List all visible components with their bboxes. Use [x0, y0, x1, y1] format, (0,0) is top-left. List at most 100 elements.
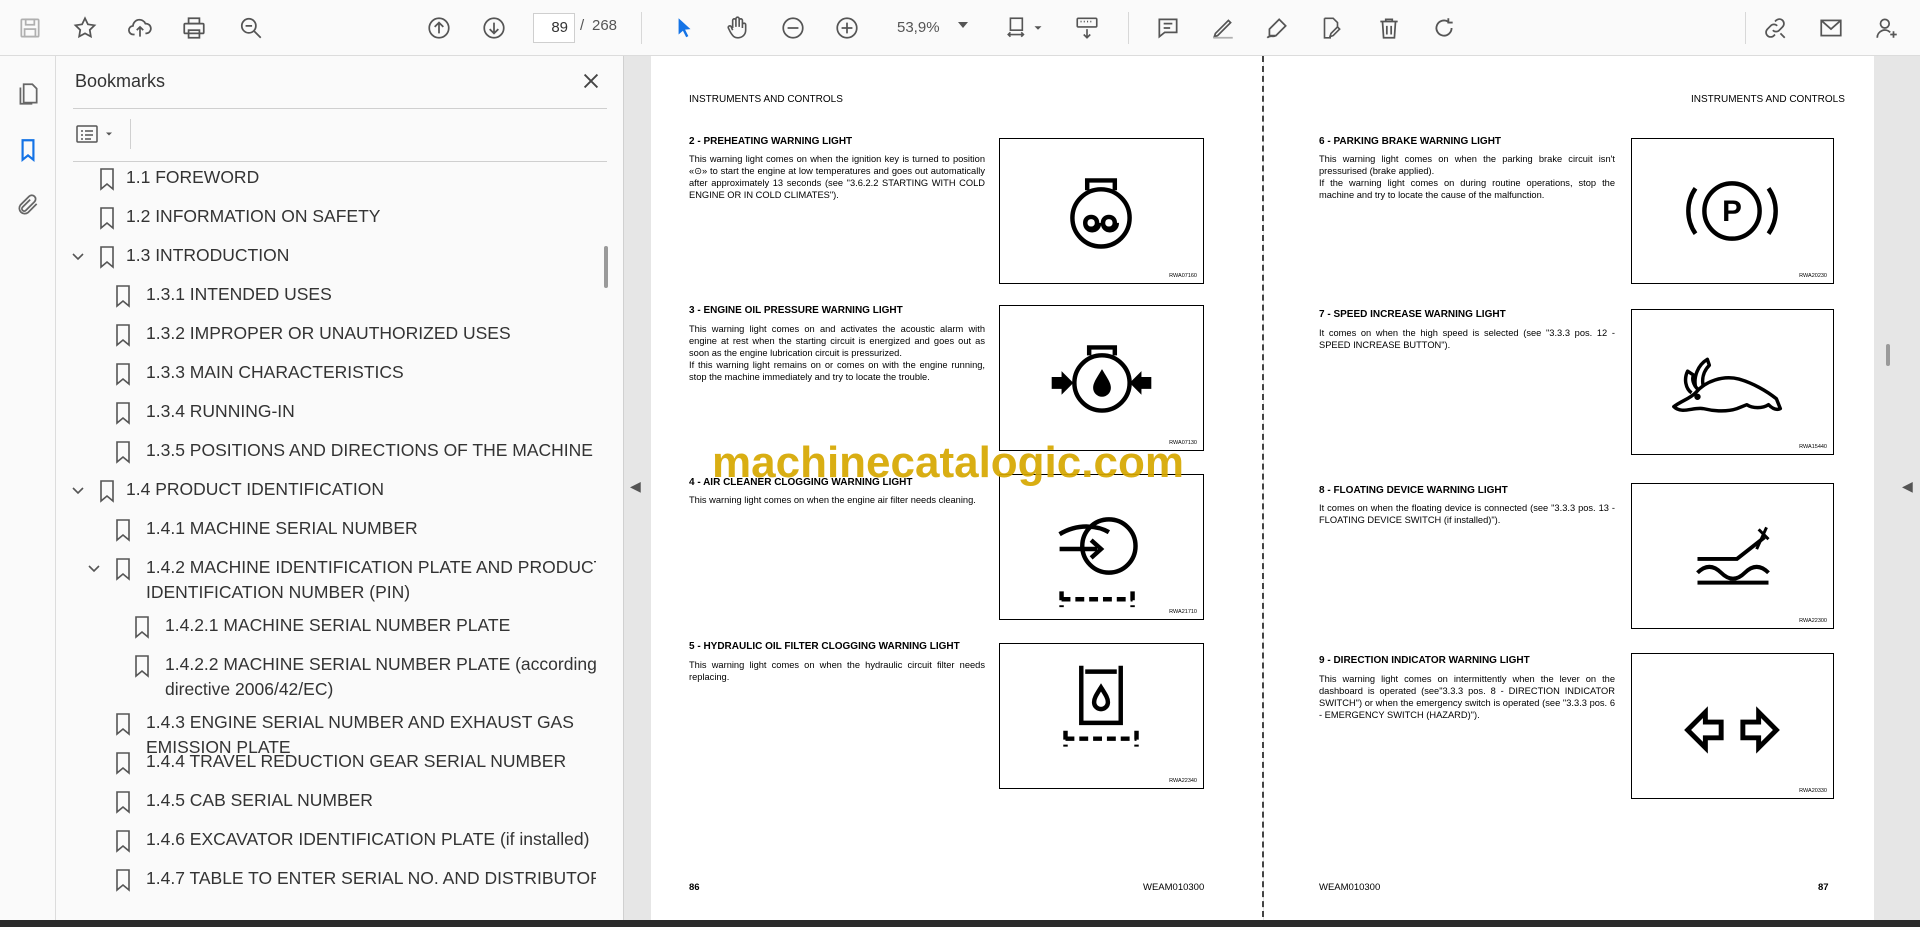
figure-box: RWA22340	[999, 643, 1204, 789]
bookmark-label: 1.4.6 EXCAVATOR IDENTIFICATION PLATE (if…	[146, 829, 590, 849]
star-icon[interactable]	[67, 10, 103, 46]
bookmark-item[interactable]: 1.3 INTRODUCTION	[56, 243, 596, 275]
section-body: It comes on when the floating device is …	[1319, 503, 1615, 525]
figure-box: P RWA20230	[1631, 138, 1834, 284]
bookmark-label-continued: directive 2006/42/EC)	[165, 679, 334, 699]
bookmark-icon	[133, 654, 151, 678]
bookmark-item[interactable]: 1.4.6 EXCAVATOR IDENTIFICATION PLATE (if…	[56, 827, 596, 859]
bookmark-scrollbar-thumb[interactable]	[604, 246, 608, 288]
chevron-down-icon[interactable]	[70, 249, 86, 265]
document-scrollbar-thumb[interactable]	[1886, 344, 1890, 366]
bookmark-label: 1.3.3 MAIN CHARACTERISTICS	[146, 362, 404, 382]
toolbar-divider	[1745, 12, 1746, 44]
figure-box: RWA22300	[1631, 483, 1834, 629]
rotate-icon[interactable]	[1426, 10, 1462, 46]
air-cleaner-icon	[1058, 517, 1138, 608]
bookmark-icon	[98, 167, 116, 191]
divider	[73, 108, 607, 109]
page-number: 86	[689, 882, 700, 893]
panel-title: Bookmarks	[75, 71, 166, 91]
email-icon[interactable]	[1813, 10, 1849, 46]
comment-icon[interactable]	[1150, 10, 1186, 46]
bookmark-label: 1.4 PRODUCT IDENTIFICATION	[126, 479, 384, 499]
section-title: 8 - FLOATING DEVICE WARNING LIGHT	[1319, 485, 1508, 496]
bookmark-label: 1.3.4 RUNNING-IN	[146, 401, 295, 421]
section-body: This warning light comes on intermittent…	[1319, 674, 1615, 720]
highlight-pen-icon[interactable]	[1205, 10, 1241, 46]
next-page-icon[interactable]	[476, 10, 512, 46]
zoom-in-icon[interactable]	[829, 10, 865, 46]
bookmark-label: 1.3.1 INTENDED USES	[146, 284, 332, 304]
bookmark-icon	[133, 615, 151, 639]
bookmark-icon	[114, 712, 132, 736]
page-thumbnails-icon[interactable]	[10, 76, 46, 112]
bookmark-item[interactable]: 1.1 FOREWORD	[56, 165, 596, 197]
page-separator: /	[580, 17, 585, 34]
bookmark-item[interactable]: 1.3.2 IMPROPER OR UNAUTHORIZED USES	[56, 321, 596, 353]
page-header: INSTRUMENTS AND CONTROLS	[1691, 94, 1845, 105]
bookmark-item[interactable]: 1.3.1 INTENDED USES	[56, 282, 596, 314]
bookmark-item[interactable]: 1.4 PRODUCT IDENTIFICATION	[56, 477, 596, 509]
figure-box: RWA15440	[1631, 309, 1834, 455]
zoom-out-icon[interactable]	[775, 10, 811, 46]
trash-icon[interactable]	[1371, 10, 1407, 46]
bookmark-options-button[interactable]	[74, 119, 120, 149]
zoom-search-icon[interactable]	[233, 10, 269, 46]
page-number-input[interactable]: 89	[533, 13, 575, 43]
add-user-icon[interactable]	[1869, 10, 1905, 46]
main-toolbar: 89 / 268 53,9%	[0, 0, 1920, 56]
select-pointer-icon[interactable]	[666, 10, 702, 46]
previous-page-icon[interactable]	[421, 10, 457, 46]
zoom-level-select[interactable]: 53,9%	[887, 13, 977, 43]
close-icon[interactable]	[576, 66, 606, 96]
bookmark-label: 1.4.4 TRAVEL REDUCTION GEAR SERIAL NUMBE…	[146, 751, 567, 771]
divider	[130, 119, 131, 149]
section-body: This warning light comes on when the hyd…	[689, 660, 985, 682]
bookmark-label: 1.1 FOREWORD	[126, 167, 260, 187]
bookmark-item[interactable]: 1.3.3 MAIN CHARACTERISTICS	[56, 360, 596, 392]
bookmark-tree: 1.1 FOREWORD 1.2 INFORMATION ON SAFETY 1.3…	[56, 165, 596, 927]
floating-device-icon	[1696, 526, 1770, 585]
direction-indicator-icon	[1684, 706, 1780, 754]
print-icon[interactable]	[176, 10, 212, 46]
scroll-mode-icon[interactable]	[1069, 10, 1105, 46]
bookmark-item[interactable]: 1.4.5 CAB SERIAL NUMBER	[56, 788, 596, 820]
bookmark-item[interactable]: 1.4.4 TRAVEL REDUCTION GEAR SERIAL NUMBE…	[56, 749, 596, 781]
bookmark-label: 1.4.2.1 MACHINE SERIAL NUMBER PLATE	[165, 615, 511, 635]
bookmark-item[interactable]: 1.4.1 MACHINE SERIAL NUMBER	[56, 516, 596, 548]
draw-sign-icon[interactable]	[1259, 10, 1295, 46]
bookmark-item[interactable]: 1.4.2.2 MACHINE SERIAL NUMBER PLATE (acc…	[56, 652, 596, 702]
share-link-icon[interactable]	[1757, 10, 1793, 46]
hand-tool-icon[interactable]	[719, 10, 755, 46]
bookmark-item[interactable]: 1.4.7 TABLE TO ENTER SERIAL NO. AND DIST…	[56, 866, 596, 898]
chevron-down-icon[interactable]	[70, 483, 86, 499]
bookmark-item[interactable]: 1.2 INFORMATION ON SAFETY	[56, 204, 596, 236]
edit-pdf-icon[interactable]	[1313, 10, 1349, 46]
bookmark-label: 1.4.3 ENGINE SERIAL NUMBER AND EXHAUST G…	[146, 712, 574, 732]
collapse-left-panel-icon[interactable]: ◀	[630, 478, 641, 495]
taskbar-strip	[0, 920, 1920, 927]
bookmark-icon	[114, 868, 132, 892]
upload-cloud-icon[interactable]	[122, 10, 158, 46]
chevron-down-icon[interactable]	[958, 22, 968, 28]
bookmark-icon	[114, 829, 132, 853]
section-title: 5 - HYDRAULIC OIL FILTER CLOGGING WARNIN…	[689, 641, 960, 652]
bookmark-label: 1.2 INFORMATION ON SAFETY	[126, 206, 381, 226]
bookmark-icon	[114, 518, 132, 542]
chevron-down-icon[interactable]	[86, 561, 102, 577]
rabbit-icon	[1672, 357, 1783, 413]
attachments-icon[interactable]	[10, 187, 46, 223]
bookmark-item[interactable]: 1.3.5 POSITIONS AND DIRECTIONS OF THE MA…	[56, 438, 596, 470]
save-icon[interactable]	[12, 10, 48, 46]
page-header: INSTRUMENTS AND CONTROLS	[689, 94, 843, 105]
toolbar-divider	[641, 12, 642, 44]
expand-right-panel-icon[interactable]: ◀	[1902, 478, 1913, 495]
section-body: This warning light comes on and activate…	[689, 324, 985, 382]
figure-code: RWA20330	[1799, 788, 1827, 794]
bookmark-item[interactable]: 1.3.4 RUNNING-IN	[56, 399, 596, 431]
bookmark-item[interactable]: 1.4.2.1 MACHINE SERIAL NUMBER PLATE	[56, 613, 596, 645]
bookmark-panel-icon[interactable]	[10, 132, 46, 168]
chevron-down-icon[interactable]	[1031, 10, 1045, 46]
bookmark-label: 1.4.7 TABLE TO ENTER SERIAL NO. AND DIST…	[146, 868, 596, 888]
bookmark-item[interactable]: 1.4.2 MACHINE IDENTIFICATION PLATE AND P…	[56, 555, 596, 605]
